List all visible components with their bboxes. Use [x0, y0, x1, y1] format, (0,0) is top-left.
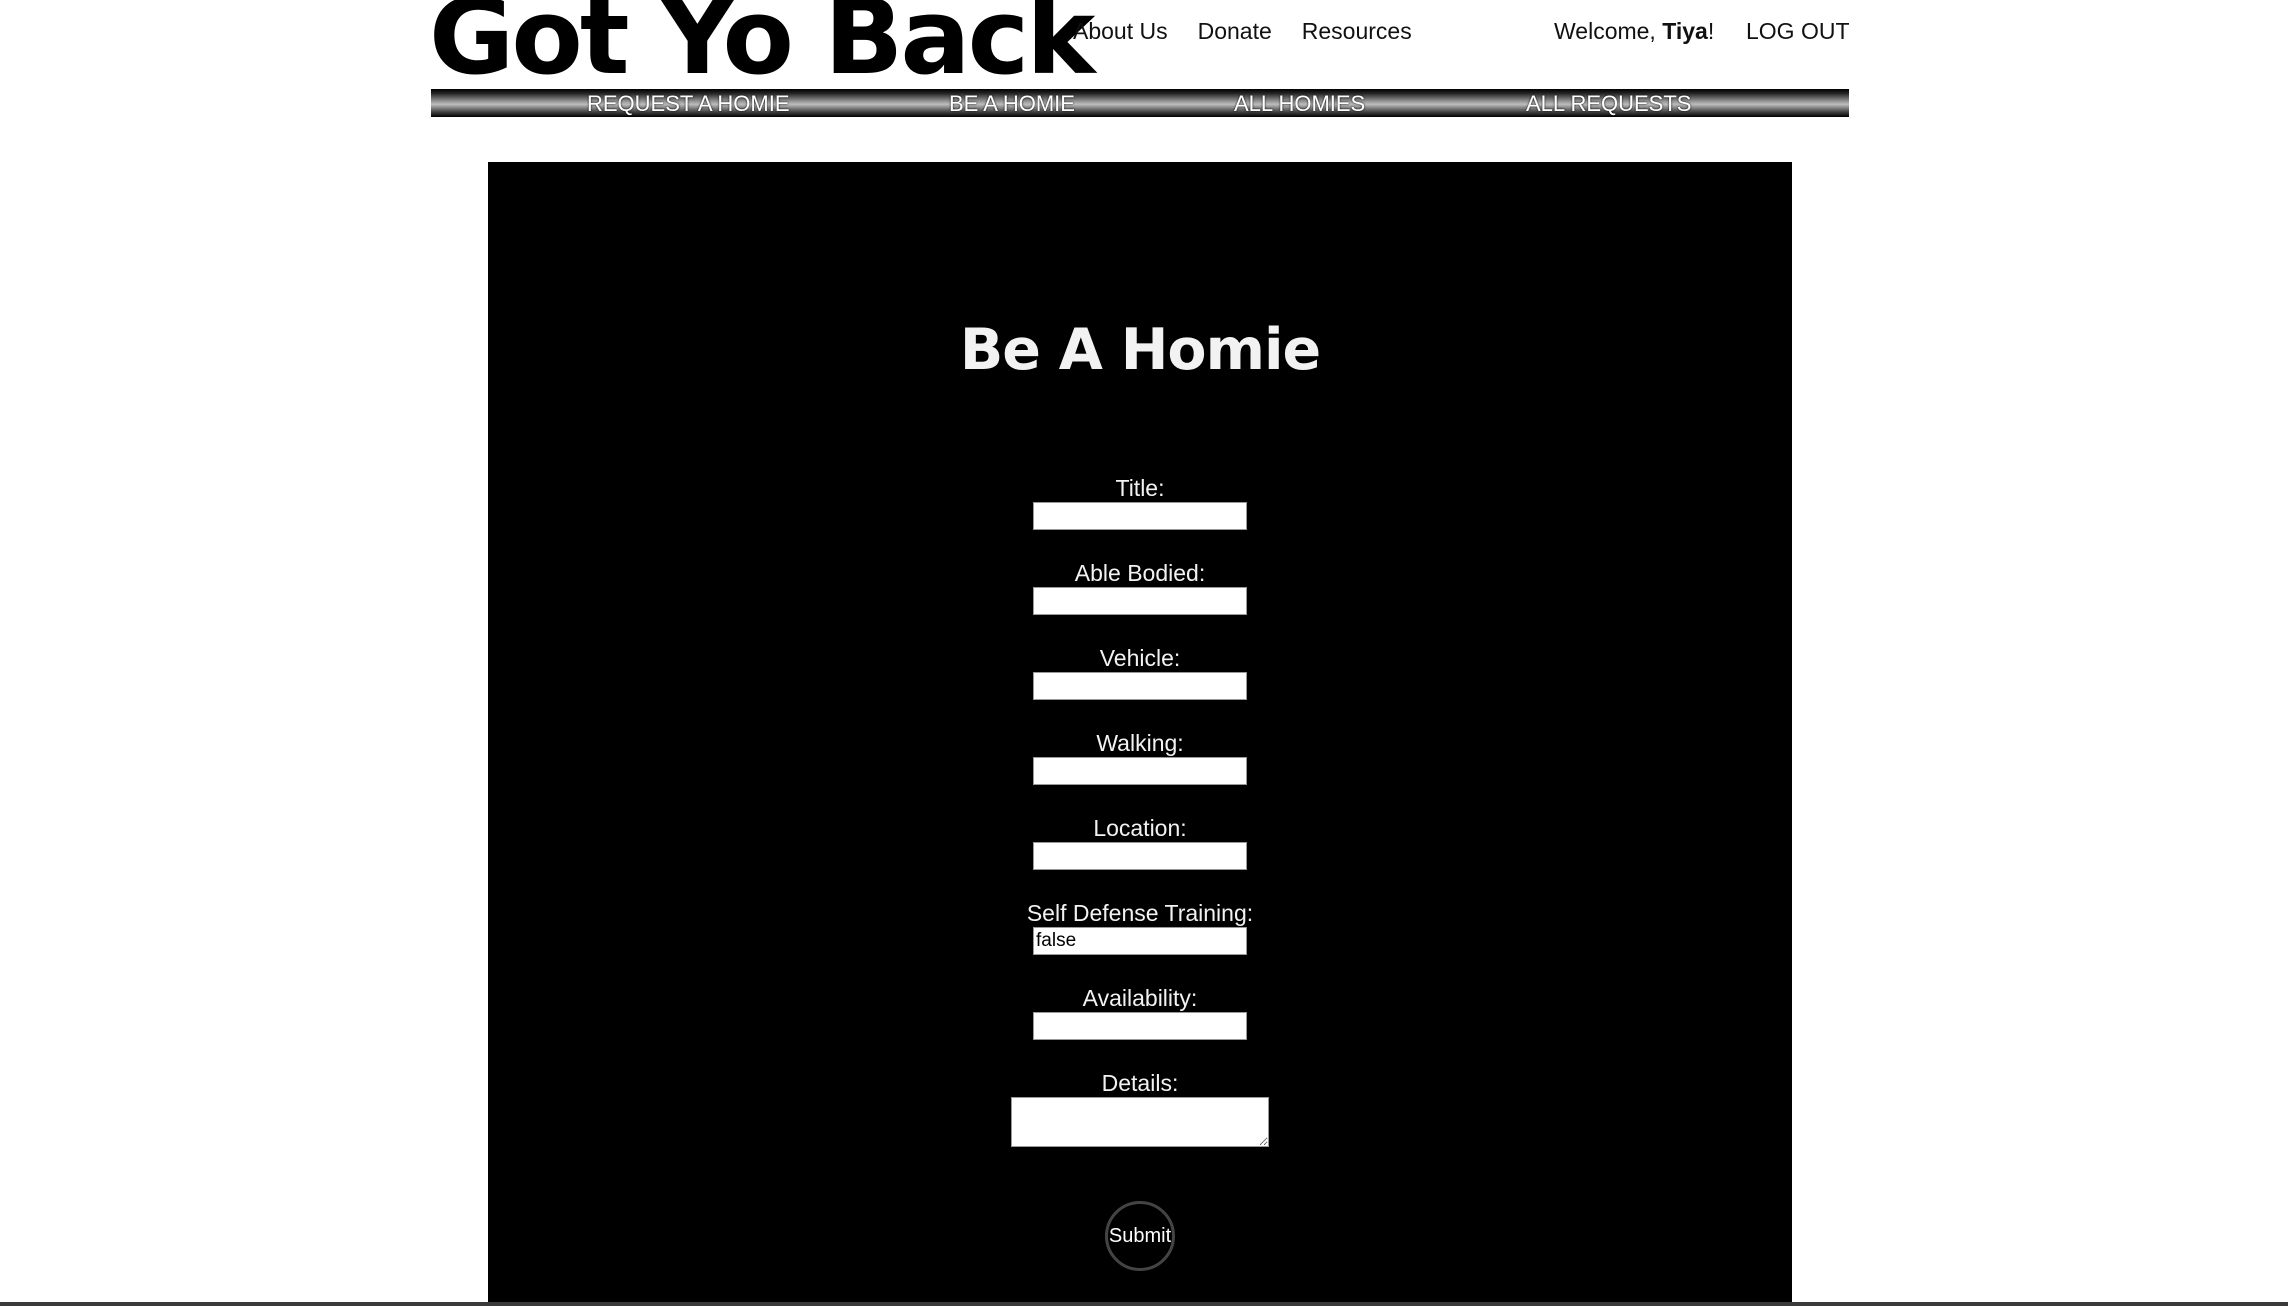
able-bodied-label: Able Bodied:: [1074, 560, 1206, 586]
details-textarea[interactable]: [1011, 1097, 1269, 1147]
page: Got Yo Back About Us Donate Resources We…: [0, 0, 2288, 1306]
submit-button[interactable]: Submit: [1105, 1201, 1175, 1271]
nav-be-a-homie[interactable]: BE A HOMIE: [949, 89, 1075, 117]
vehicle-label: Vehicle:: [1099, 645, 1181, 671]
location-label: Location:: [1093, 815, 1187, 841]
walking-input[interactable]: [1033, 757, 1247, 785]
field-able-bodied: Able Bodied:: [488, 559, 1792, 615]
field-walking: Walking:: [488, 729, 1792, 785]
details-label: Details:: [1101, 1070, 1179, 1096]
form-title: Be A Homie: [959, 317, 1321, 383]
availability-label: Availability:: [1082, 985, 1198, 1011]
welcome-username: Tiya: [1662, 18, 1708, 44]
field-details: Details:: [488, 1069, 1792, 1147]
nav-all-homies[interactable]: ALL HOMIES: [1234, 89, 1365, 117]
field-vehicle: Vehicle:: [488, 644, 1792, 700]
field-location: Location:: [488, 814, 1792, 870]
page-bottom-border: [0, 1302, 2288, 1306]
welcome-suffix: !: [1707, 18, 1715, 44]
logout-link[interactable]: LOG OUT: [1746, 18, 1850, 45]
site-logo[interactable]: Got Yo Back: [429, 0, 1095, 98]
welcome-message: Welcome, Tiya!: [1554, 18, 1714, 45]
able-bodied-input[interactable]: [1033, 587, 1247, 615]
field-availability: Availability:: [488, 984, 1792, 1040]
form-panel: Be A Homie Title: Able Bodied: Vehicle: …: [488, 162, 1792, 1306]
donate-link[interactable]: Donate: [1198, 18, 1272, 45]
main-nav-bar: REQUEST A HOMIE BE A HOMIE ALL HOMIES AL…: [431, 89, 1849, 117]
top-links: About Us Donate Resources: [1073, 18, 1412, 45]
title-label: Title:: [1115, 475, 1165, 501]
nav-all-requests[interactable]: ALL REQUESTS: [1526, 89, 1691, 117]
about-us-link[interactable]: About Us: [1073, 18, 1168, 45]
field-self-defense-training: Self Defense Training:: [488, 899, 1792, 955]
self-defense-training-input[interactable]: [1033, 927, 1247, 955]
self-defense-training-label: Self Defense Training:: [1026, 900, 1254, 926]
field-title: Title:: [488, 474, 1792, 530]
location-input[interactable]: [1033, 842, 1247, 870]
nav-request-a-homie[interactable]: REQUEST A HOMIE: [587, 89, 790, 117]
availability-input[interactable]: [1033, 1012, 1247, 1040]
vehicle-input[interactable]: [1033, 672, 1247, 700]
title-input[interactable]: [1033, 502, 1247, 530]
welcome-prefix: Welcome,: [1554, 18, 1663, 44]
walking-label: Walking:: [1096, 730, 1184, 756]
resources-link[interactable]: Resources: [1302, 18, 1412, 45]
